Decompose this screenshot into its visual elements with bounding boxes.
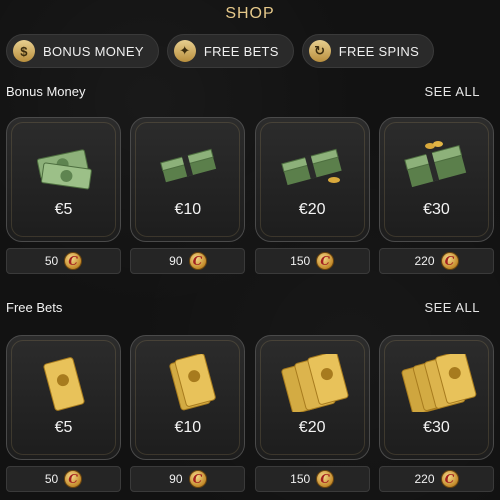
- free-bet-card[interactable]: €5: [6, 335, 121, 460]
- price-label: €10: [174, 201, 202, 218]
- cost-button[interactable]: 150 C: [254, 248, 370, 274]
- cost-value: 50: [44, 472, 59, 486]
- coin-icon: C: [64, 470, 83, 488]
- bonus-money-card[interactable]: €30: [378, 117, 494, 242]
- price-label: €5: [54, 201, 73, 218]
- cash-bill-icon: [36, 149, 92, 190]
- bonus-money-cards: €5 €10 €20 €30: [6, 117, 494, 242]
- tab-free-bets[interactable]: ✦ FREE BETS: [166, 34, 294, 68]
- free-bets-cards: €5 €10 €20 €30: [6, 335, 494, 460]
- ticket-icon: ✦: [173, 40, 196, 62]
- cost-value: 50: [44, 254, 59, 268]
- cash-pile-icon: [404, 141, 467, 188]
- cost-button[interactable]: 90 C: [130, 248, 246, 274]
- price-label: €20: [298, 419, 326, 436]
- see-all-free-bets-link[interactable]: SEE ALL: [424, 300, 480, 315]
- coin-icon: C: [440, 470, 459, 488]
- tab-label: FREE SPINS: [338, 43, 420, 59]
- coin-icon: C: [316, 470, 335, 488]
- free-bet-card[interactable]: €30: [378, 335, 494, 460]
- cash-stacks-icon: [280, 148, 342, 186]
- cost-button[interactable]: 220 C: [378, 248, 494, 274]
- tab-label: FREE BETS: [203, 43, 279, 59]
- free-bets-costs: 50 C 90 C 150 C 220 C: [6, 466, 494, 492]
- shop-title: SHOP: [225, 5, 275, 22]
- bonus-money-card[interactable]: €5: [6, 117, 121, 242]
- tickets-icon: [281, 354, 349, 412]
- coin-icon: C: [440, 252, 459, 270]
- free-bet-card[interactable]: €20: [254, 335, 370, 460]
- coin-icon: C: [316, 252, 335, 270]
- cost-value: 220: [414, 472, 435, 486]
- dollar-coin-icon: $: [13, 40, 35, 62]
- section-title-bonus-money: Bonus Money: [6, 84, 86, 99]
- category-tabs: $ BONUS MONEY ✦ FREE BETS ↻ FREE SPINS: [6, 34, 494, 68]
- free-bet-card[interactable]: €10: [130, 335, 246, 460]
- cost-value: 90: [169, 254, 183, 268]
- section-title-free-bets: Free Bets: [6, 300, 63, 315]
- tab-label: BONUS MONEY: [43, 43, 144, 59]
- cost-button[interactable]: 50 C: [6, 466, 121, 492]
- bonus-money-card[interactable]: €10: [130, 117, 246, 242]
- spin-arrows-icon: ↻: [308, 40, 331, 62]
- ticket-icon: [43, 357, 85, 411]
- cost-button[interactable]: 150 C: [254, 466, 370, 492]
- tickets-icon: [401, 354, 477, 412]
- tab-bonus-money[interactable]: $ BONUS MONEY: [6, 34, 159, 68]
- cost-button[interactable]: 50 C: [6, 248, 121, 274]
- coin-icon: C: [64, 252, 83, 270]
- bonus-money-card[interactable]: €20: [254, 117, 370, 242]
- cash-stack-icon: [160, 148, 217, 183]
- tickets-icon: [169, 354, 217, 411]
- cost-value: 150: [290, 472, 311, 486]
- cost-button[interactable]: 220 C: [378, 466, 494, 492]
- tab-free-spins[interactable]: ↻ FREE SPINS: [301, 34, 435, 68]
- price-label: €20: [298, 201, 326, 218]
- cost-value: 220: [414, 254, 435, 268]
- price-label: €30: [423, 419, 450, 436]
- price-label: €10: [174, 419, 202, 436]
- cost-button[interactable]: 90 C: [130, 466, 246, 492]
- cost-value: 150: [290, 254, 311, 268]
- see-all-bonus-money-link[interactable]: SEE ALL: [424, 84, 480, 99]
- cost-value: 90: [169, 472, 183, 486]
- bonus-money-costs: 50 C 90 C 150 C 220 C: [6, 248, 494, 274]
- price-label: €5: [54, 419, 73, 436]
- price-label: €30: [423, 201, 450, 218]
- coin-icon: C: [188, 470, 207, 488]
- coin-icon: C: [188, 252, 207, 270]
